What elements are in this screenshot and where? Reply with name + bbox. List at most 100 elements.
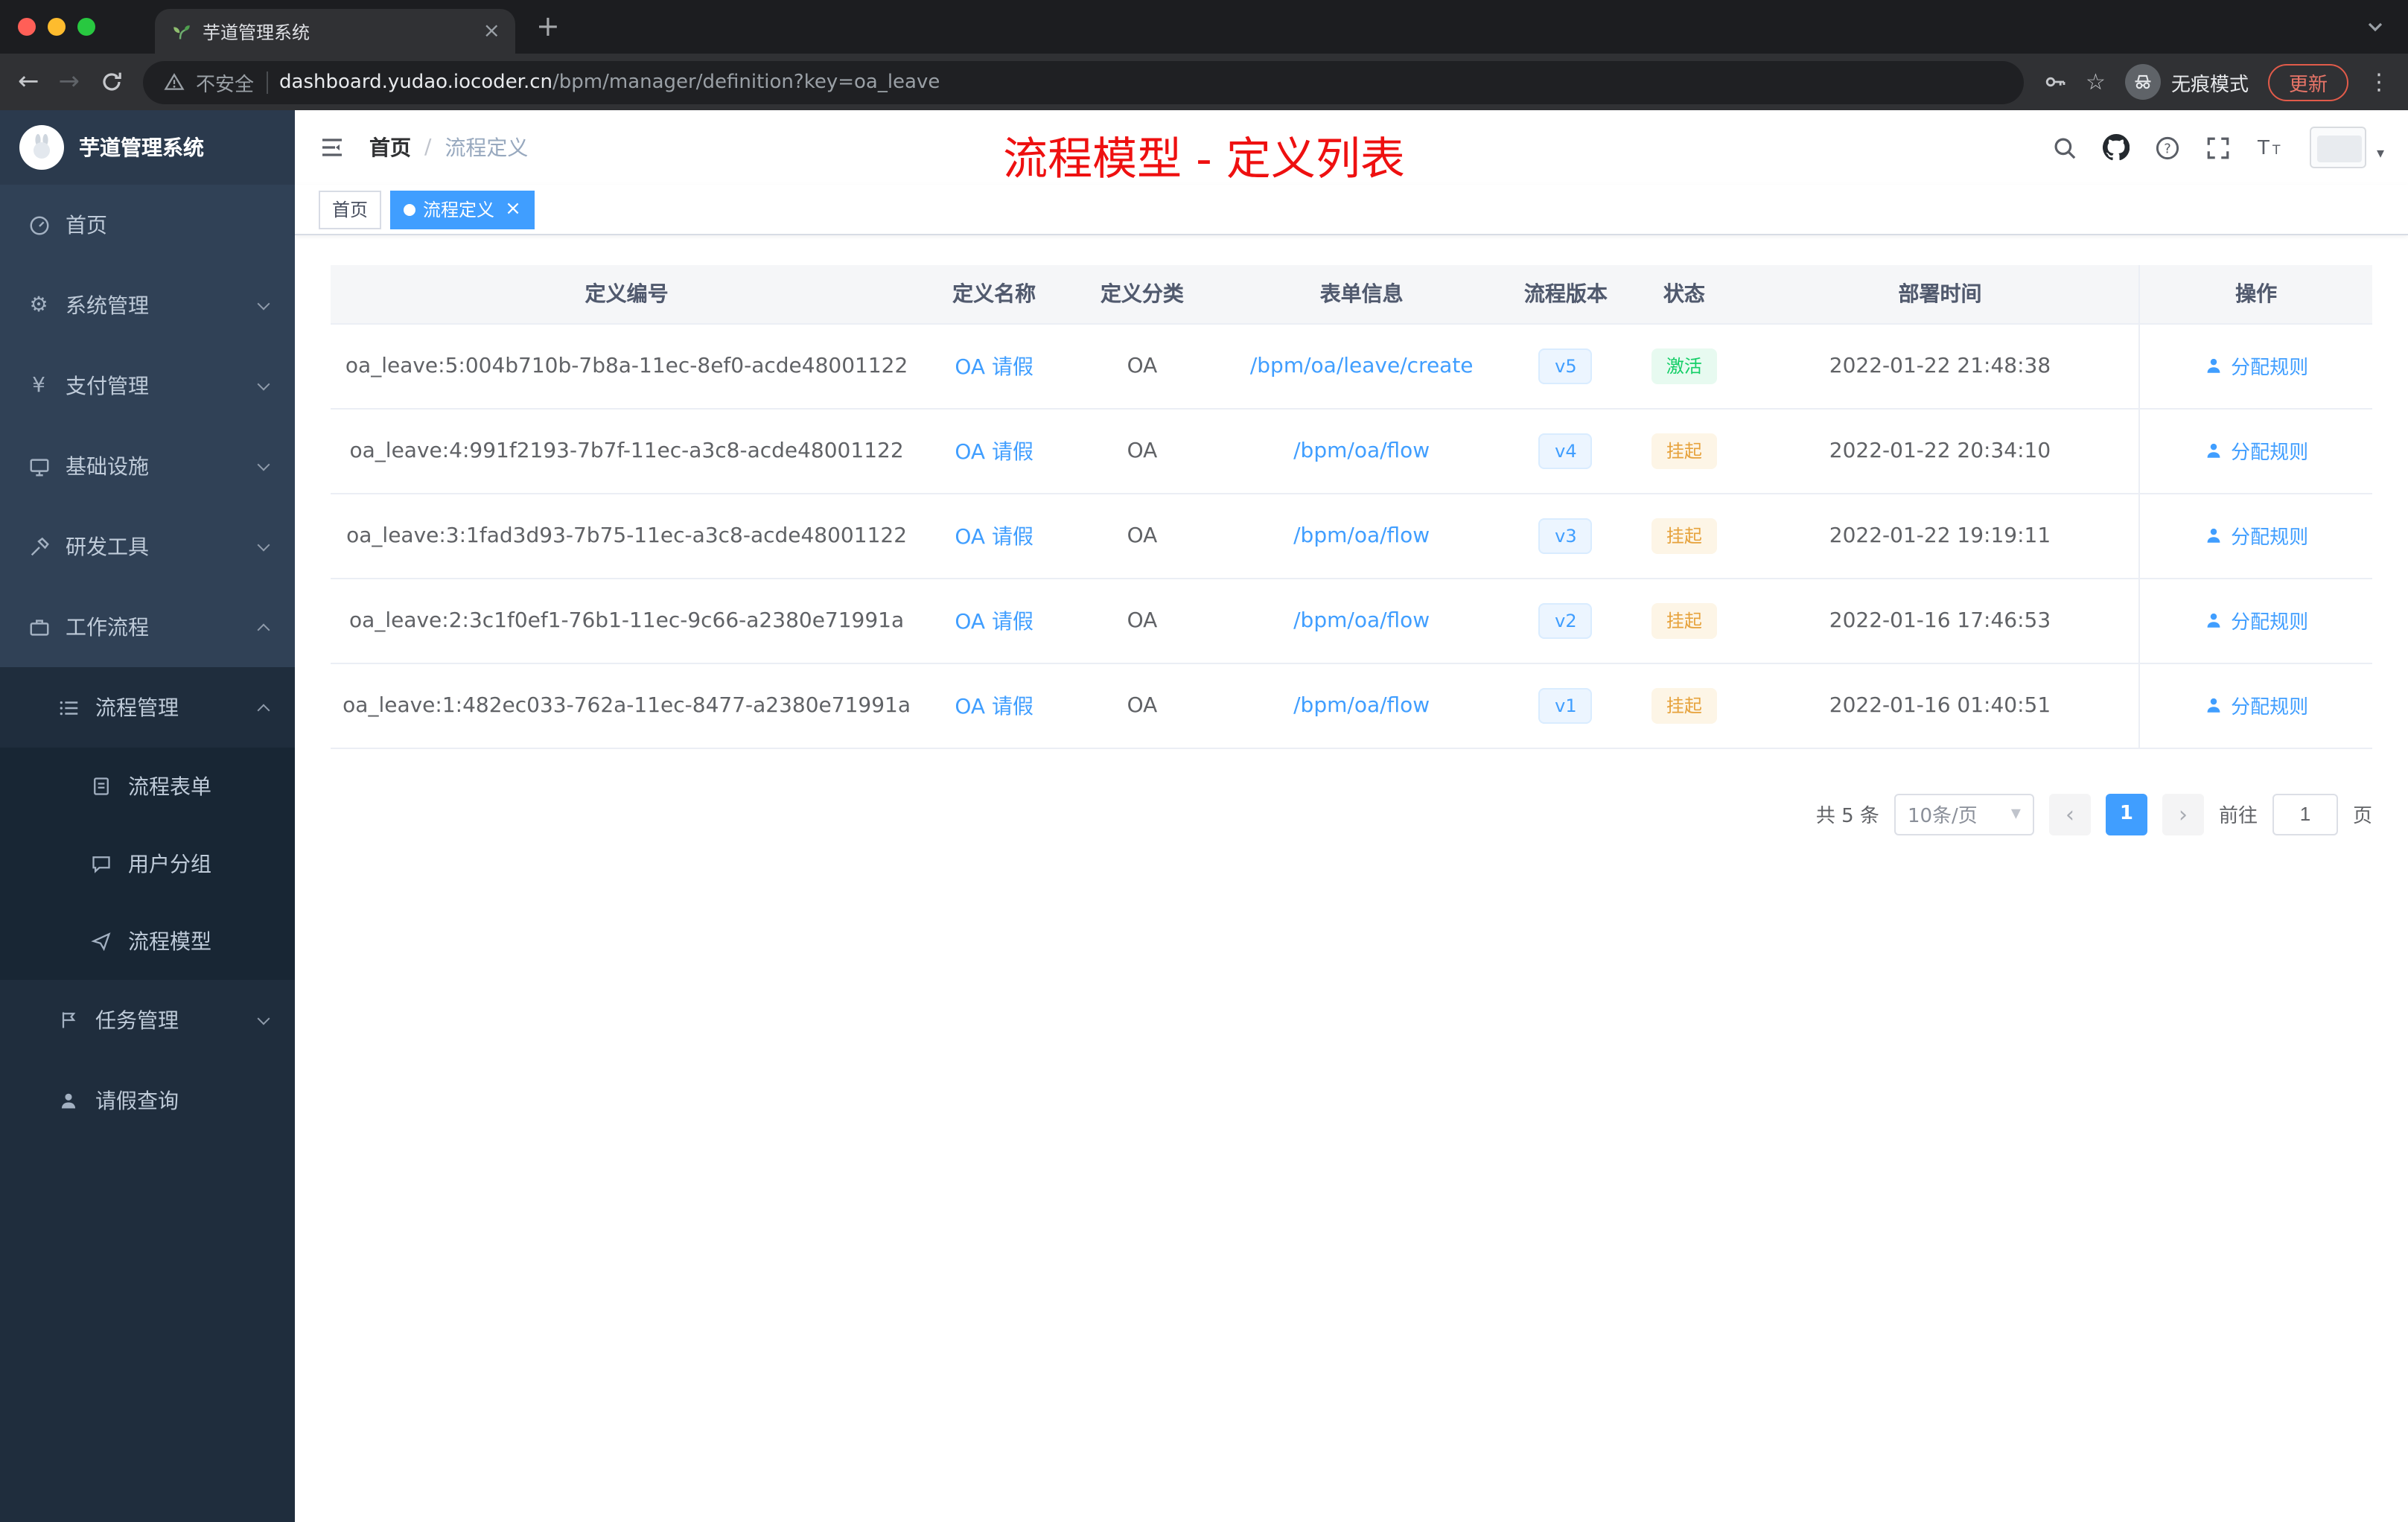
avatar-caret-icon[interactable]: ▾ (2377, 146, 2384, 162)
chevron-down-icon (257, 457, 270, 471)
main-area: 首页 / 流程定义 ? T T ▾ 首页 流程定义 × 定义编号 定义名称 定义… (295, 110, 2408, 1522)
sidebar-item-infrastructure[interactable]: 基础设施 (0, 426, 295, 506)
assign-rule-link[interactable]: 分配规则 (2204, 351, 2308, 379)
assign-rule-link[interactable]: 分配规则 (2204, 436, 2308, 464)
definition-id: oa_leave:2:3c1f0ef1-76b1-11ec-9c66-a2380… (331, 578, 923, 663)
fullscreen-icon[interactable] (2205, 135, 2231, 160)
breadcrumb-home[interactable]: 首页 (369, 133, 411, 162)
svg-text:T: T (2272, 143, 2281, 158)
yen-icon: ¥ (32, 374, 45, 398)
process-mgmt-submenu: 流程表单 用户分组 流程模型 (0, 748, 295, 980)
reload-icon[interactable] (99, 70, 123, 94)
sidebar-logo: 芋道管理系统 (0, 110, 295, 185)
window-close-button[interactable] (18, 18, 36, 36)
status-badge: 挂起 (1651, 518, 1717, 553)
font-size-icon[interactable]: TT (2256, 136, 2284, 159)
assign-rule-link[interactable]: 分配规则 (2204, 520, 2308, 549)
active-tag-dot (404, 203, 416, 215)
form-link[interactable]: /bpm/oa/flow (1293, 523, 1430, 547)
goto-page-input[interactable] (2272, 793, 2338, 835)
col-form-info: 表单信息 (1218, 265, 1505, 324)
table-row: oa_leave:5:004b710b-7b8a-11ec-8ef0-acde4… (331, 323, 2372, 409)
sidebar-item-leave-query[interactable]: 请假查询 (0, 1060, 295, 1141)
form-link[interactable]: /bpm/oa/flow (1293, 693, 1430, 717)
col-deploy-time: 部署时间 (1741, 265, 2140, 324)
assign-rule-link[interactable]: 分配规则 (2204, 690, 2308, 719)
sidebar-fold-icon[interactable] (319, 134, 345, 161)
screen: 流程模型 - 定义列表 芋道管理系统 × + ← → 不安全 dashboard… (0, 0, 2408, 1522)
new-tab-button[interactable]: + (536, 10, 560, 43)
bookmark-star-icon[interactable]: ☆ (2086, 69, 2106, 95)
tab-close-icon[interactable]: × (483, 19, 500, 43)
deploy-time: 2022-01-22 20:34:10 (1741, 408, 2140, 494)
svg-text:T: T (2257, 137, 2270, 159)
form-link[interactable]: /bpm/oa/flow (1293, 439, 1430, 462)
help-icon[interactable]: ? (2155, 135, 2180, 160)
incognito-icon (2124, 64, 2161, 100)
password-key-icon[interactable] (2042, 70, 2066, 94)
goto-label: 前往 (2218, 806, 2258, 828)
table-row: oa_leave:4:991f2193-7b7f-11ec-a3c8-acde4… (331, 408, 2372, 494)
gear-icon: ⚙ (29, 293, 48, 317)
forward-icon[interactable]: → (59, 69, 80, 95)
breadcrumb: 首页 / 流程定义 (369, 133, 528, 162)
update-button[interactable]: 更新 (2267, 63, 2348, 101)
url-text[interactable]: dashboard.yudao.iocoder.cn/bpm/manager/d… (279, 71, 940, 93)
tab-favicon (173, 25, 190, 39)
sidebar-item-process-mgmt[interactable]: 流程管理 (0, 667, 295, 748)
select-caret-icon: ▾ (2010, 803, 2021, 825)
window-controls (0, 18, 116, 36)
browser-toolbar: ← → 不安全 dashboard.yudao.iocoder.cn/bpm/m… (0, 54, 2408, 110)
sidebar-item-process-form[interactable]: 流程表单 (0, 748, 295, 825)
window-zoom-button[interactable] (77, 18, 95, 36)
sidebar-item-home[interactable]: 首页 (0, 185, 295, 265)
back-icon[interactable]: ← (18, 69, 39, 95)
github-icon[interactable] (2102, 134, 2130, 161)
document-icon (89, 776, 113, 797)
table-header-row: 定义编号 定义名称 定义分类 表单信息 流程版本 状态 部署时间 操作 (331, 265, 2372, 324)
chevron-up-icon (257, 623, 270, 637)
sidebar-item-system[interactable]: ⚙ 系统管理 (0, 265, 295, 346)
breadcrumb-separator: / (424, 136, 432, 159)
definition-category: OA (1066, 578, 1219, 663)
search-icon[interactable] (2052, 135, 2077, 160)
next-page-button[interactable]: › (2162, 793, 2204, 835)
definition-category: OA (1066, 663, 1219, 748)
form-link[interactable]: /bpm/oa/flow (1293, 608, 1430, 632)
col-process-version: 流程版本 (1504, 265, 1628, 324)
tab-search-icon[interactable] (2366, 18, 2384, 36)
chevron-down-icon (257, 538, 270, 551)
browser-menu-icon[interactable]: ⋮ (2368, 69, 2390, 95)
pagination: 共 5 条 10条/页 ▾ ‹ 1 › 前往 页 (331, 793, 2372, 835)
deploy-time: 2022-01-22 19:19:11 (1741, 493, 2140, 579)
tag-process-definition[interactable]: 流程定义 × (390, 190, 535, 229)
tag-close-icon[interactable]: × (505, 198, 521, 220)
user-avatar[interactable] (2309, 127, 2366, 168)
browser-tab-strip: 芋道管理系统 × + (0, 0, 2408, 54)
page-size-select[interactable]: 10条/页 ▾ (1893, 793, 2034, 835)
definition-name-link[interactable]: OA 请假 (955, 525, 1033, 549)
sidebar-item-process-model[interactable]: 流程模型 (0, 902, 295, 980)
definition-name-link[interactable]: OA 请假 (955, 355, 1033, 379)
sidebar-item-task-mgmt[interactable]: 任务管理 (0, 980, 295, 1060)
browser-tab[interactable]: 芋道管理系统 × (155, 9, 515, 54)
sidebar-item-user-group[interactable]: 用户分组 (0, 825, 295, 902)
definition-name-link[interactable]: OA 请假 (955, 440, 1033, 464)
window-minimize-button[interactable] (48, 18, 66, 36)
not-secure-label[interactable]: 不安全 (196, 68, 254, 96)
definition-name-link[interactable]: OA 请假 (955, 610, 1033, 634)
table-row: oa_leave:3:1fad3d93-7b75-11ec-a3c8-acde4… (331, 493, 2372, 579)
current-page-button[interactable]: 1 (2105, 793, 2147, 835)
form-link[interactable]: /bpm/oa/leave/create (1250, 354, 1474, 378)
sidebar-item-devtools[interactable]: 研发工具 (0, 506, 295, 587)
assign-rule-link[interactable]: 分配规则 (2204, 605, 2308, 634)
url-host: dashboard.yudao.iocoder.cn (279, 71, 553, 93)
definition-name-link[interactable]: OA 请假 (955, 695, 1033, 719)
sidebar-item-payment[interactable]: ¥ 支付管理 (0, 346, 295, 426)
prev-page-button[interactable]: ‹ (2048, 793, 2091, 835)
tab-title: 芋道管理系统 (203, 22, 310, 42)
sidebar-item-workflow[interactable]: 工作流程 (0, 587, 295, 667)
tag-home[interactable]: 首页 (319, 190, 382, 229)
omnibox-divider (266, 71, 268, 93)
address-bar[interactable]: 不安全 dashboard.yudao.iocoder.cn/bpm/manag… (142, 60, 2024, 104)
